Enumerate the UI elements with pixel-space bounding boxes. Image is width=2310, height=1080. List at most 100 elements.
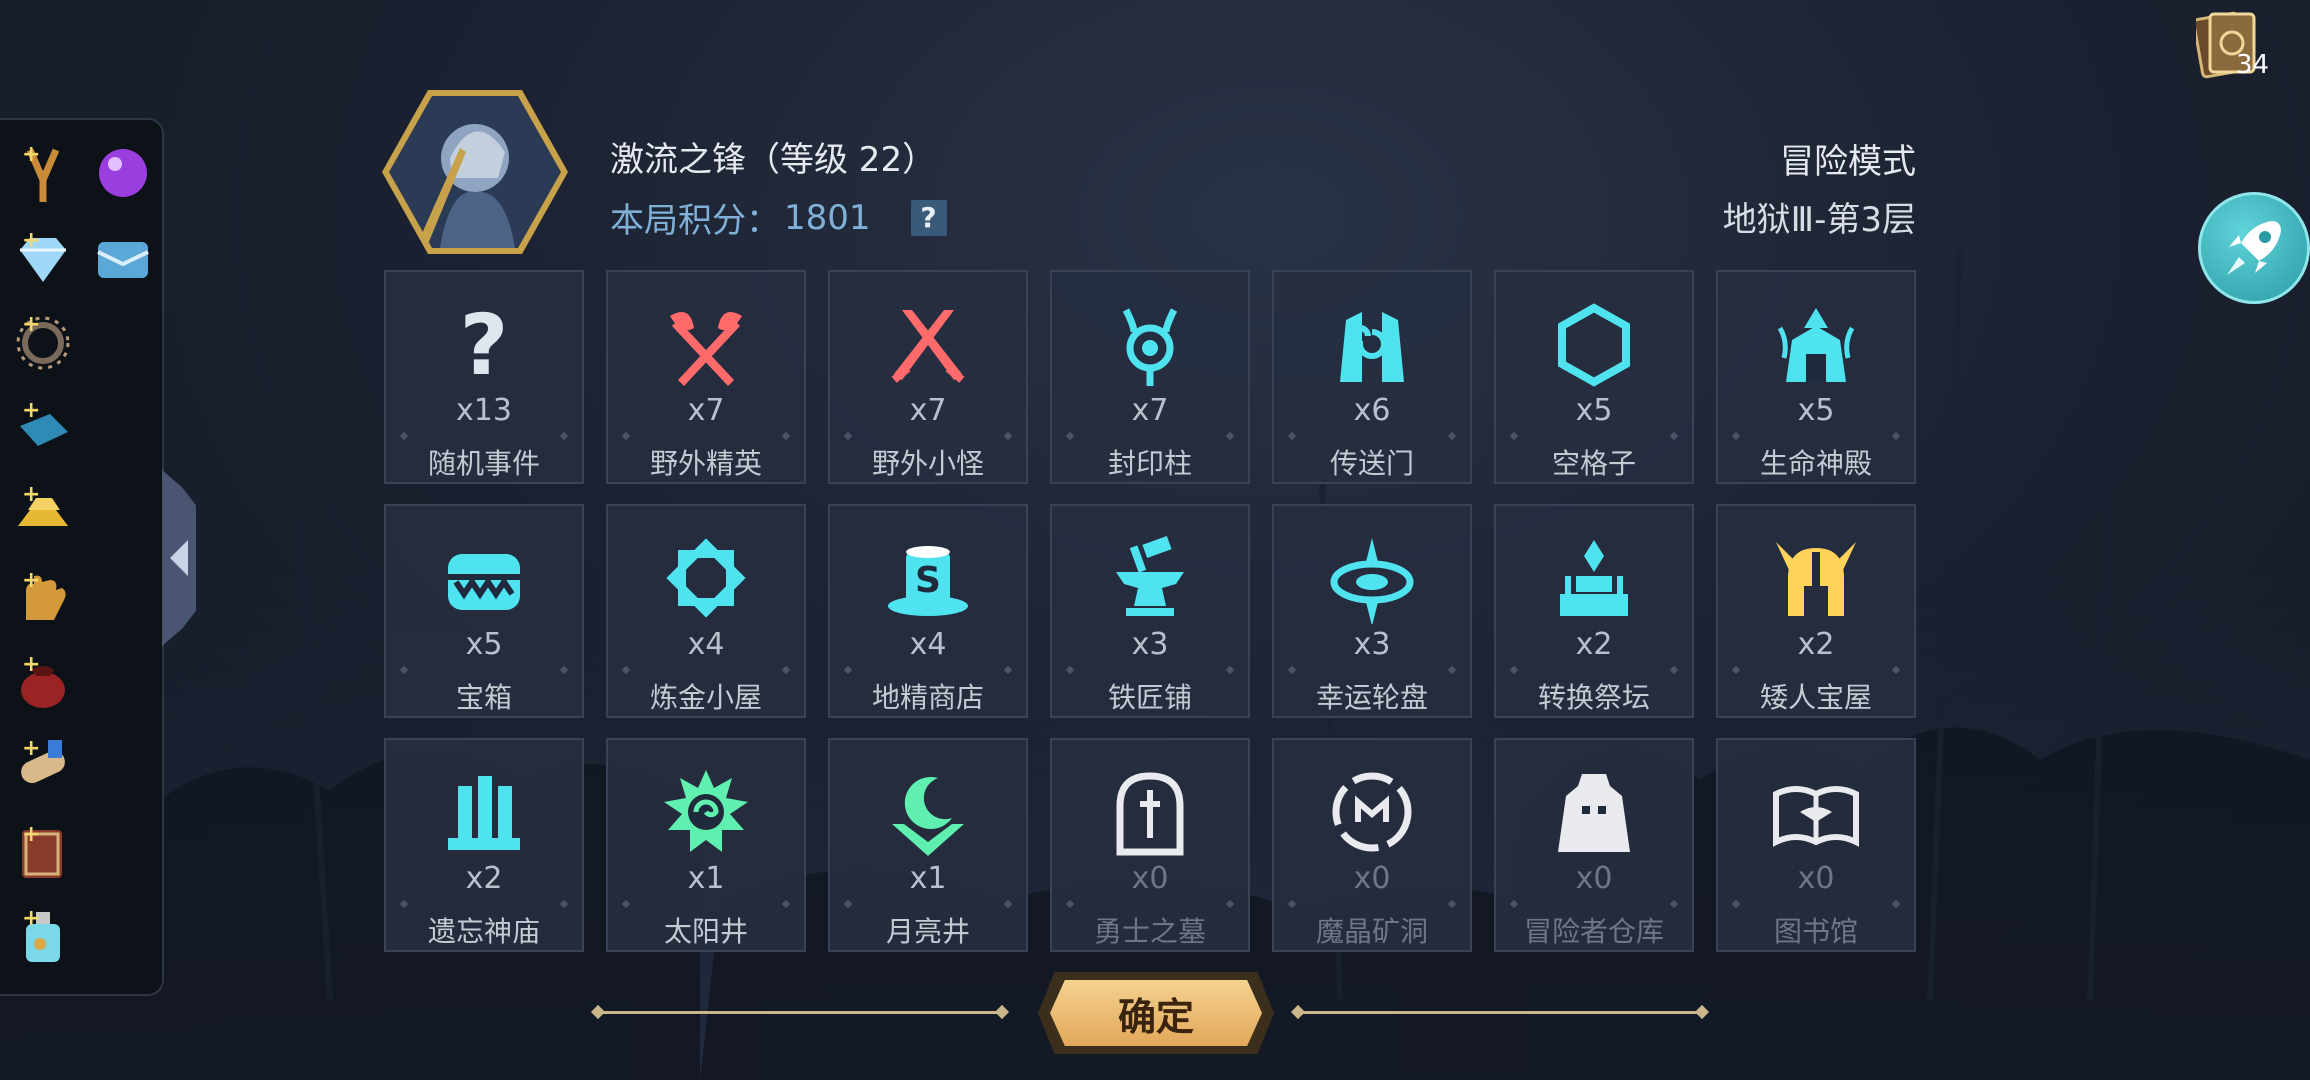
location-label: 冒险者仓库 <box>1523 915 1664 948</box>
plus-icon: + <box>22 312 41 337</box>
alchemy-icon <box>666 538 746 618</box>
inventory-item[interactable]: + <box>8 902 78 972</box>
chevron-left-icon <box>170 540 188 576</box>
moon-well-icon <box>892 776 964 856</box>
location-count: x0 <box>1131 861 1169 896</box>
location-icon <box>1324 532 1420 624</box>
location-icon <box>658 766 754 858</box>
plus-icon: + <box>22 142 41 167</box>
location-card[interactable]: x3 铁匠铺 <box>1050 504 1250 718</box>
hero-portrait[interactable] <box>380 88 570 256</box>
location-label: 太阳井 <box>663 915 748 948</box>
svg-text:?: ? <box>460 298 509 390</box>
plus-icon: + <box>22 652 41 677</box>
inventory-item[interactable]: + <box>8 224 78 294</box>
location-count: x2 <box>1575 627 1613 662</box>
rocket-icon <box>2227 221 2281 275</box>
location-label: 魔晶矿洞 <box>1315 915 1428 948</box>
location-card[interactable]: ? x13 随机事件 <box>384 270 584 484</box>
location-card[interactable]: x1 月亮井 <box>828 738 1028 952</box>
confirm-divider-left <box>598 1011 1002 1014</box>
location-icon: ? <box>436 298 532 390</box>
location-icon <box>1102 766 1198 858</box>
location-label: 图书馆 <box>1773 915 1858 948</box>
glove-icon <box>26 575 66 620</box>
inventory-item[interactable]: + <box>8 138 78 208</box>
location-icon <box>1102 532 1198 624</box>
location-card[interactable]: x0 冒险者仓库 <box>1494 738 1694 952</box>
rocket-button[interactable] <box>2198 192 2310 304</box>
plus-icon: + <box>22 822 41 847</box>
location-icon <box>436 766 532 858</box>
location-card[interactable]: x6 传送门 <box>1272 270 1472 484</box>
location-card[interactable]: x7 野外小怪 <box>828 270 1028 484</box>
location-card[interactable]: x3 幸运轮盘 <box>1272 504 1472 718</box>
location-card[interactable]: x7 野外精英 <box>606 270 806 484</box>
location-label: 野外小怪 <box>871 447 984 480</box>
location-card[interactable]: x7 封印柱 <box>1050 270 1250 484</box>
location-count: x0 <box>1353 861 1391 896</box>
location-icon <box>1324 298 1420 390</box>
inventory-item[interactable]: + <box>8 308 78 378</box>
slingshot-icon <box>26 148 60 202</box>
inventory-item[interactable]: + <box>8 732 78 802</box>
inventory-item[interactable] <box>88 224 158 294</box>
location-card[interactable]: x2 矮人宝屋 <box>1716 504 1916 718</box>
dwarf-helmet-icon <box>1776 542 1856 616</box>
red-pouch-icon <box>21 666 65 708</box>
crystal-mine-icon <box>1332 772 1412 852</box>
inventory-item[interactable]: + <box>8 564 78 634</box>
life-temple-icon <box>1777 308 1855 382</box>
location-label: 月亮井 <box>885 915 970 948</box>
location-icon <box>880 298 976 390</box>
inventory-item[interactable]: + <box>8 818 78 888</box>
location-icon <box>1546 298 1642 390</box>
score-row: 本局积分： 1801 ? <box>610 193 947 242</box>
mode-title: 冒险模式 <box>1780 142 1916 182</box>
inventory-item[interactable]: + <box>8 478 78 548</box>
hexagon-icon <box>1558 303 1630 387</box>
hero-name: 激流之锋（等级 22） <box>610 140 937 180</box>
location-card[interactable]: x2 转换祭坛 <box>1494 504 1694 718</box>
location-card[interactable]: x2 遗忘神庙 <box>384 738 584 952</box>
location-card[interactable]: x5 空格子 <box>1494 270 1694 484</box>
inventory-item[interactable] <box>88 138 158 208</box>
location-count: x7 <box>1131 393 1169 428</box>
location-count: x2 <box>465 861 503 896</box>
confirm-button[interactable]: 确定 <box>1050 980 1262 1046</box>
confirm-divider-right <box>1298 1011 1702 1014</box>
location-card[interactable]: x1 太阳井 <box>606 738 806 952</box>
crossed-swords-icon <box>891 310 965 383</box>
score-help-button[interactable]: ? <box>910 199 947 236</box>
library-icon <box>1773 786 1859 847</box>
location-count: x3 <box>1353 627 1391 662</box>
location-card[interactable]: x0 魔晶矿洞 <box>1272 738 1472 952</box>
location-card[interactable]: x0 勇士之墓 <box>1050 738 1250 952</box>
inventory-item[interactable]: + <box>8 394 78 464</box>
location-label: 转换祭坛 <box>1537 681 1650 714</box>
location-label: 野外精英 <box>649 447 762 480</box>
location-label: 勇士之墓 <box>1093 915 1206 948</box>
lucky-wheel-icon <box>1330 538 1414 624</box>
location-card[interactable]: x4 炼金小屋 <box>606 504 806 718</box>
location-card[interactable]: x5 宝箱 <box>384 504 584 718</box>
location-label: 铁匠铺 <box>1107 681 1192 714</box>
score-label: 本局积分： <box>610 201 780 241</box>
location-label: 封印柱 <box>1107 447 1192 480</box>
diamond-icon <box>20 238 66 282</box>
location-grid: ? x13 随机事件 x7 野外精英 x7 野外小怪 x7 封印柱 x6 传送门 x5 空格子 x5 生命神… <box>384 270 1916 952</box>
tombstone-icon <box>1116 772 1184 856</box>
location-icon <box>1546 532 1642 624</box>
location-card[interactable]: Sx4 地精商店 <box>828 504 1028 718</box>
location-icon <box>658 532 754 624</box>
spiked-ring-icon <box>16 316 70 370</box>
location-card[interactable]: x0 图书馆 <box>1716 738 1916 952</box>
location-card[interactable]: x5 生命神殿 <box>1716 270 1916 484</box>
sun-well-icon <box>664 770 748 852</box>
potion-icon <box>26 912 60 962</box>
location-count: x4 <box>687 627 725 662</box>
plus-icon: + <box>22 398 41 423</box>
inventory-item[interactable]: + <box>8 648 78 718</box>
anvil-icon <box>1116 535 1184 616</box>
location-icon <box>436 532 532 624</box>
